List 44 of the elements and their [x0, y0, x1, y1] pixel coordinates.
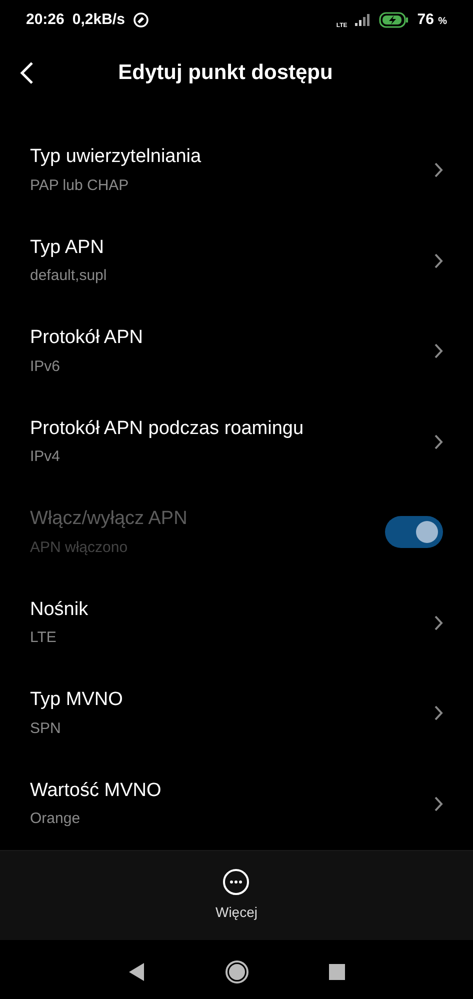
chevron-icon	[434, 434, 443, 450]
back-nav-icon[interactable]	[128, 963, 144, 981]
setting-value: SPN	[30, 718, 62, 739]
setting-title: Typ uwierzytelniania	[30, 145, 202, 170]
home-nav-icon[interactable]	[224, 960, 248, 984]
chevron-icon	[434, 705, 443, 722]
more-button[interactable]: Więcej	[215, 868, 258, 923]
data-saver-icon	[132, 12, 149, 28]
battery-unit: %	[438, 16, 447, 27]
setting-value: APN włączono	[30, 538, 129, 558]
setting-row[interactable]: Typ APN default,supl	[0, 216, 473, 306]
setting-value: IPv6	[30, 356, 62, 377]
battery-level: 76	[417, 10, 434, 28]
setting-row[interactable]: Nośnik LTE	[0, 578, 473, 668]
setting-row[interactable]: Typ uwierzytelniania PAP lub CHAP	[0, 125, 473, 216]
setting-row[interactable]: Protokół APN IPv6	[0, 306, 473, 396]
setting-title: Włącz/wyłącz APN	[30, 507, 188, 532]
recents-nav-icon[interactable]	[328, 964, 344, 980]
more-icon	[222, 868, 250, 896]
setting-value: Orange	[30, 809, 82, 830]
setting-row[interactable]: Typ MVNO SPN	[0, 668, 473, 758]
chevron-icon	[434, 252, 443, 269]
setting-value: PAP lub CHAP	[30, 176, 130, 196]
chevron-icon	[434, 343, 443, 360]
setting-value: default,supl	[30, 266, 108, 286]
setting-title: Wartość MVNO	[30, 778, 162, 803]
chevron-icon	[434, 614, 443, 631]
setting-title: Typ APN	[30, 236, 105, 260]
page-title: Edytuj punkt dostępu	[117, 60, 334, 86]
setting-title: Protokół APN podczas roamingu	[30, 416, 305, 441]
setting-row[interactable]: Protokół APN podczas roamingu IPv4	[0, 396, 473, 487]
network-speed: 0,2kB/s	[72, 10, 125, 30]
clock-time: 20:26	[26, 10, 64, 30]
setting-row[interactable]: Wartość MVNO Orange	[0, 758, 473, 849]
battery-icon	[379, 12, 410, 28]
setting-value: IPv4	[30, 447, 62, 468]
setting-title: Protokół APN	[30, 326, 144, 350]
setting-title: Typ MVNO	[30, 688, 124, 712]
back-icon[interactable]	[20, 60, 34, 84]
setting-title: Nośnik	[30, 598, 90, 622]
setting-value: LTE	[30, 628, 58, 648]
chevron-icon	[434, 162, 443, 178]
signal-icon	[355, 14, 372, 26]
chevron-icon	[434, 796, 443, 812]
